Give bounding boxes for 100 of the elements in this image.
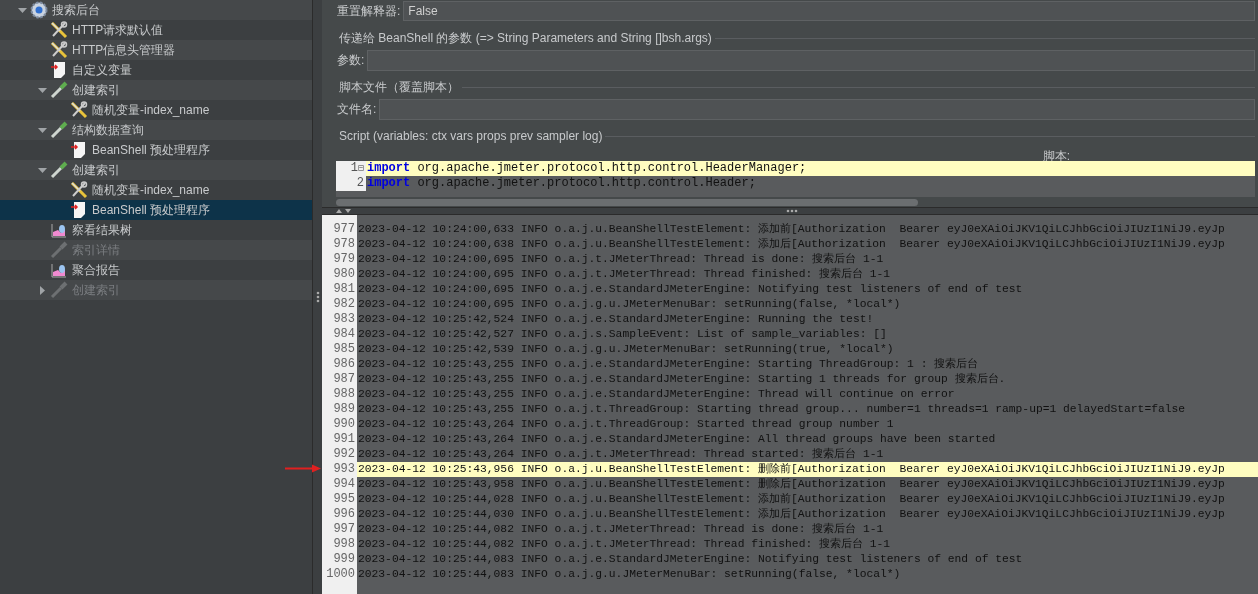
pipette-icon: [50, 121, 68, 139]
log-line: 2023-04-12 10:25:42,539 INFO o.a.j.g.u.JMeterMenuBar: setRunning(true, *local*): [357, 342, 895, 357]
code-line: import org.apache.jmeter.protocol.http.control.HeaderManager;: [366, 161, 807, 176]
expand-toggle-icon[interactable]: [37, 165, 47, 175]
pipette-icon: [50, 281, 68, 299]
tree-item-label: HTTP请求默认值: [72, 22, 164, 39]
line-number: 998: [332, 537, 356, 552]
log-line: 2023-04-12 10:24:00,695 INFO o.a.j.e.StandardJMeterEngine: Notifying test listeners of end of test: [357, 282, 1024, 297]
log-line: 2023-04-12 10:25:43,264 INFO o.a.j.t.JMeterThread: Thread started: 搜索后台 1-1: [357, 447, 885, 462]
annotation-arrow: [285, 464, 321, 473]
tree-item[interactable]: HTTP信息头管理器: [0, 40, 312, 60]
line-number: 988: [332, 387, 356, 402]
document-icon: [50, 61, 68, 79]
line-number: 994: [332, 477, 356, 492]
pipette-icon: [50, 241, 68, 259]
line-number: 996: [332, 507, 356, 522]
log-line: 2023-04-12 10:25:44,083 INFO o.a.j.e.StandardJMeterEngine: Notifying test listeners of end of test: [357, 552, 1024, 567]
log-line: 2023-04-12 10:24:00,633 INFO o.a.j.u.BeanShellTestElement: 添加前[Authorization Bearer eyJ0eXAiOiJKV1QiLCJhbGciOiJIUzI1NiJ9.eyJp: [357, 222, 1226, 237]
line-number: 993: [332, 462, 356, 477]
log-line: 2023-04-12 10:24:00,695 INFO o.a.j.t.JMeterThread: Thread finished: 搜索后台 1-1: [357, 267, 892, 282]
tree-item[interactable]: 创建索引: [0, 80, 312, 100]
section-title: 传递给 BeanShell 的参数 (=> String Parameters and String []bsh.args): [338, 30, 713, 47]
log-line: 2023-04-12 10:24:00,695 INFO o.a.j.g.u.JMeterMenuBar: setRunning(false, *local*): [357, 297, 902, 312]
field-label: 文件名:: [336, 101, 378, 118]
tree-item-label: 创建索引: [72, 162, 120, 179]
line-number: 992: [332, 447, 356, 462]
document-icon: [70, 141, 88, 159]
line-number: 986: [332, 357, 356, 372]
field-label: 重置解释器:: [336, 3, 402, 20]
log-line: 2023-04-12 10:25:43,255 INFO o.a.j.e.StandardJMeterEngine: Thread will continue on error: [357, 387, 956, 402]
line-number: 999: [332, 552, 356, 567]
line-number: 990: [332, 417, 356, 432]
line-number: 985: [332, 342, 356, 357]
tree-item-label: 随机变量-index_name: [92, 102, 210, 119]
log-line: 2023-04-12 10:25:43,255 INFO o.a.j.t.ThreadGroup: Starting thread group... number=1 threads=1 ramp-up=1 delayedStart=false: [357, 402, 1187, 417]
line-number: 983: [332, 312, 356, 327]
line-number: 989: [332, 402, 356, 417]
tree-item-label: 结构数据查询: [72, 122, 144, 139]
tree-item-label: BeanShell 预处理程序: [92, 142, 211, 159]
line-number: 995: [332, 492, 356, 507]
splitter-arrows-icon[interactable]: [336, 208, 352, 214]
tree-item[interactable]: BeanShell 预处理程序: [0, 200, 312, 220]
log-line: 2023-04-12 10:25:42,524 INFO o.a.j.e.StandardJMeterEngine: Running the test!: [357, 312, 875, 327]
log-line: 2023-04-12 10:24:00,695 INFO o.a.j.t.JMeterThread: Thread is done: 搜索后台 1-1: [357, 252, 885, 267]
tree-item-label: 察看结果树: [72, 222, 132, 239]
tree-item-label: BeanShell 预处理程序: [92, 202, 211, 219]
section-title: Script (variables: ctx vars props prev sampler log): [338, 128, 604, 145]
line-number: 984: [332, 327, 356, 342]
line-number: 977: [332, 222, 356, 237]
section-title: 脚本文件（覆盖脚本）: [338, 79, 460, 96]
expand-toggle-icon[interactable]: [37, 125, 47, 135]
pipette-icon: [50, 81, 68, 99]
tree-item-label: 创建索引: [72, 82, 120, 99]
tree-item[interactable]: 搜索后台: [0, 0, 312, 20]
line-number: 979: [332, 252, 356, 267]
log-line: 2023-04-12 10:25:44,082 INFO o.a.j.t.JMeterThread: Thread is done: 搜索后台 1-1: [357, 522, 885, 537]
log-line: 2023-04-12 10:25:44,030 INFO o.a.j.u.BeanShellTestElement: 添加后[Authorization Bearer eyJ0eXAiOiJKV1QiLCJhbGciOiJIUzI1NiJ9.eyJp: [357, 507, 1226, 522]
code-line: import org.apache.jmeter.protocol.http.control.Header;: [366, 176, 756, 191]
log-line: 2023-04-12 10:25:44,083 INFO o.a.j.g.u.JMeterMenuBar: setRunning(false, *local*): [357, 567, 902, 582]
line-number: 2: [356, 176, 364, 191]
splitter-handle-icon[interactable]: [315, 291, 320, 303]
fold-marker[interactable]: ⊟: [357, 161, 364, 176]
line-number: 991: [332, 432, 356, 447]
line-number: 1000: [325, 567, 356, 582]
expand-toggle-icon[interactable]: [37, 85, 47, 95]
chart-icon: [50, 221, 68, 239]
wrench-screwdriver-icon: [70, 101, 88, 119]
document-icon: [70, 201, 88, 219]
wrench-screwdriver-icon: [70, 181, 88, 199]
expand-toggle-icon[interactable]: [17, 5, 27, 15]
tree-item[interactable]: 结构数据查询: [0, 120, 312, 140]
log-line: 2023-04-12 10:25:44,082 INFO o.a.j.t.JMeterThread: Thread finished: 搜索后台 1-1: [357, 537, 892, 552]
log-line: 2023-04-12 10:25:44,028 INFO o.a.j.u.BeanShellTestElement: 添加前[Authorization Bearer eyJ0eXAiOiJKV1QiLCJhbGciOiJIUzI1NiJ9.eyJp: [357, 492, 1226, 507]
log-line: 2023-04-12 10:25:43,264 INFO o.a.j.t.ThreadGroup: Started thread group number 1: [357, 417, 895, 432]
tree-item-label: 自定义变量: [72, 62, 132, 79]
line-number: 1: [350, 161, 358, 176]
tree-item-label: 随机变量-index_name: [92, 182, 210, 199]
splitter-handle-icon[interactable]: [786, 209, 798, 213]
log-line: 2023-04-12 10:25:43,264 INFO o.a.j.e.StandardJMeterEngine: All thread groups have been started: [357, 432, 997, 447]
line-number: 980: [332, 267, 356, 282]
script-editor[interactable]: 1⊟ import org.apache.jmeter.protocol.http.control.HeaderManager; 2 import org.apache.jmeter.protocol.http.control.Header;: [336, 161, 1255, 197]
line-number: 981: [332, 282, 356, 297]
line-number: 987: [332, 372, 356, 387]
script-label: 脚本:: [1042, 148, 1070, 161]
log-line: 2023-04-12 10:25:43,255 INFO o.a.j.e.StandardJMeterEngine: Starting 1 threads for group 搜索后台.: [357, 372, 1007, 387]
tree-item[interactable]: 创建索引: [0, 160, 312, 180]
log-line: 2023-04-12 10:25:43,255 INFO o.a.j.e.StandardJMeterEngine: Starting ThreadGroup: 1 : 搜索后台: [357, 357, 980, 372]
log-line: 2023-04-12 10:25:43,958 INFO o.a.j.u.BeanShellTestElement: 删除后[Authorization Bearer eyJ0eXAiOiJKV1QiLCJhbGciOiJIUzI1NiJ9.eyJp: [357, 477, 1226, 492]
log-line: 2023-04-12 10:24:00,638 INFO o.a.j.u.BeanShellTestElement: 添加后[Authorization Bearer eyJ0eXAiOiJKV1QiLCJhbGciOiJIUzI1NiJ9.eyJp: [357, 237, 1226, 252]
tree-item-label: HTTP信息头管理器: [72, 42, 176, 59]
log-line: 2023-04-12 10:25:42,527 INFO o.a.j.s.SampleEvent: List of sample_variables: []: [357, 327, 888, 342]
wrench-screwdriver-icon: [50, 21, 68, 39]
pipette-icon: [50, 161, 68, 179]
tree-item-label: 聚合报告: [72, 262, 120, 279]
reset-interpreter-field[interactable]: False: [403, 1, 1255, 21]
line-number: 978: [332, 237, 356, 252]
gear-icon: [30, 1, 48, 19]
line-number: 997: [332, 522, 356, 537]
field-label: 参数:: [336, 52, 366, 69]
tree-item-label: 搜索后台: [52, 2, 100, 19]
